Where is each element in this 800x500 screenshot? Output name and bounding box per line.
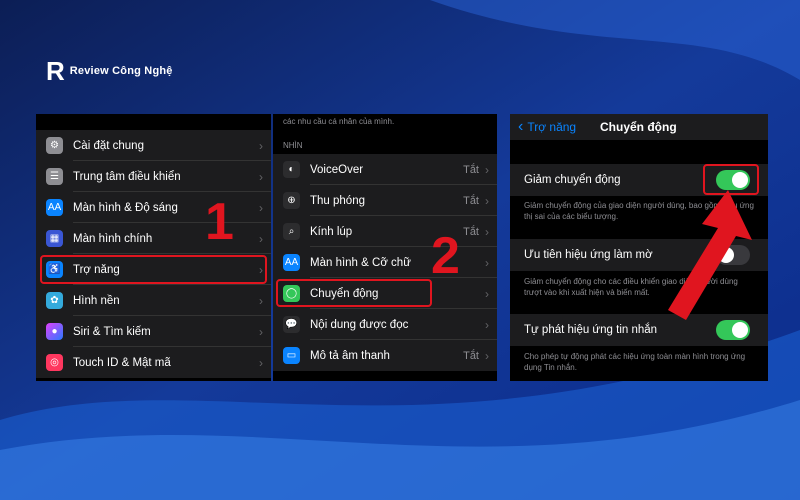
section-header-vision: NHÌN: [283, 141, 303, 150]
back-label: Trợ năng: [527, 120, 577, 134]
settings-item-control-center[interactable]: ☰ Trung tâm điều khiển ›: [36, 161, 271, 192]
settings-item-touch-id[interactable]: ◎ Touch ID & Mật mã ›: [36, 347, 271, 378]
chevron-right-icon: ›: [259, 355, 263, 370]
highlight-box-motion: [276, 279, 432, 307]
zoom-icon: ⊕: [283, 192, 300, 209]
accessibility-item-display-text-size[interactable]: AA Màn hình & Cỡ chữ ›: [273, 247, 497, 278]
aa-icon: AA: [46, 199, 63, 216]
back-button[interactable]: ‹ Trợ năng: [518, 118, 576, 136]
chevron-right-icon: ›: [485, 317, 489, 332]
item-label: VoiceOver: [310, 163, 364, 176]
page-title: Chuyển động: [600, 120, 677, 134]
item-value: Tắt: [463, 163, 479, 176]
accessibility-item-zoom[interactable]: ⊕ Thu phóng Tắt ›: [273, 185, 497, 216]
chevron-right-icon: ›: [259, 231, 263, 246]
setting-note: Cho phép tự động phát các hiệu ứng toàn …: [524, 352, 746, 372]
chevron-right-icon: ›: [259, 138, 263, 153]
gear-icon: ⚙: [46, 137, 63, 154]
brand: R Review Công Nghệ: [46, 58, 173, 84]
toggles-icon: ☰: [46, 168, 63, 185]
magnifier-icon: ⌕: [283, 223, 300, 240]
chevron-right-icon: ›: [485, 162, 489, 177]
aa-icon: AA: [283, 254, 300, 271]
item-label: Cài đặt chung: [73, 139, 144, 152]
panel-description: các nhu cầu cá nhân của mình.: [283, 117, 395, 126]
fingerprint-icon: ◎: [46, 354, 63, 371]
settings-item-wallpaper[interactable]: ✿ Hình nền ›: [36, 285, 271, 316]
brand-logo: R: [46, 56, 65, 86]
chevron-right-icon: ›: [259, 324, 263, 339]
chevron-right-icon: ›: [485, 286, 489, 301]
accessibility-item-magnifier[interactable]: ⌕ Kính lúp Tắt ›: [273, 216, 497, 247]
speech-bubble-icon: 💬: [283, 316, 300, 333]
item-value: Tắt: [463, 225, 479, 238]
accessibility-item-spoken-content[interactable]: 💬 Nội dung được đọc ›: [273, 309, 497, 340]
settings-item-display[interactable]: AA Màn hình & Độ sáng ›: [36, 192, 271, 223]
chevron-right-icon: ›: [485, 348, 489, 363]
settings-item-siri[interactable]: ● Siri & Tìm kiếm ›: [36, 316, 271, 347]
voiceover-icon: ◐: [283, 161, 300, 178]
chevron-right-icon: ›: [485, 193, 489, 208]
accessibility-panel: các nhu cầu cá nhân của mình. NHÌN ◐ Voi…: [273, 114, 497, 381]
audio-description-icon: ▭: [283, 347, 300, 364]
item-label: Mô tả âm thanh: [310, 349, 390, 362]
item-label: Thu phóng: [310, 194, 365, 207]
step-number-1: 1: [205, 193, 234, 251]
siri-icon: ●: [46, 323, 63, 340]
chevron-right-icon: ›: [485, 224, 489, 239]
step-number-2: 2: [431, 227, 460, 285]
settings-item-home-screen[interactable]: ▦ Màn hình chính ›: [36, 223, 271, 254]
item-label: Touch ID & Mật mã: [73, 356, 171, 369]
chevron-right-icon: ›: [485, 255, 489, 270]
chevron-right-icon: ›: [259, 169, 263, 184]
red-arrow-icon: [668, 190, 752, 320]
item-label: Hình nền: [73, 294, 120, 307]
item-value: Tắt: [463, 349, 479, 362]
accessibility-item-voiceover[interactable]: ◐ VoiceOver Tắt ›: [273, 154, 497, 185]
highlight-box-accessibility: [40, 255, 267, 284]
chevron-right-icon: ›: [259, 200, 263, 215]
grid-icon: ▦: [46, 230, 63, 247]
chevron-right-icon: ›: [259, 293, 263, 308]
item-label: Siri & Tìm kiếm: [73, 325, 151, 338]
accessibility-item-audio-descriptions[interactable]: ▭ Mô tả âm thanh Tắt ›: [273, 340, 497, 371]
settings-item-general[interactable]: ⚙ Cài đặt chung ›: [36, 130, 271, 161]
chevron-left-icon: ‹: [518, 118, 524, 135]
item-label: Trung tâm điều khiển: [73, 170, 181, 183]
settings-panel: ⚙ Cài đặt chung › ☰ Trung tâm điều khiển…: [36, 114, 271, 381]
item-label: Nội dung được đọc: [310, 318, 409, 331]
item-value: Tắt: [463, 194, 479, 207]
brand-name: Review Công Nghệ: [69, 65, 173, 77]
flower-icon: ✿: [46, 292, 63, 309]
